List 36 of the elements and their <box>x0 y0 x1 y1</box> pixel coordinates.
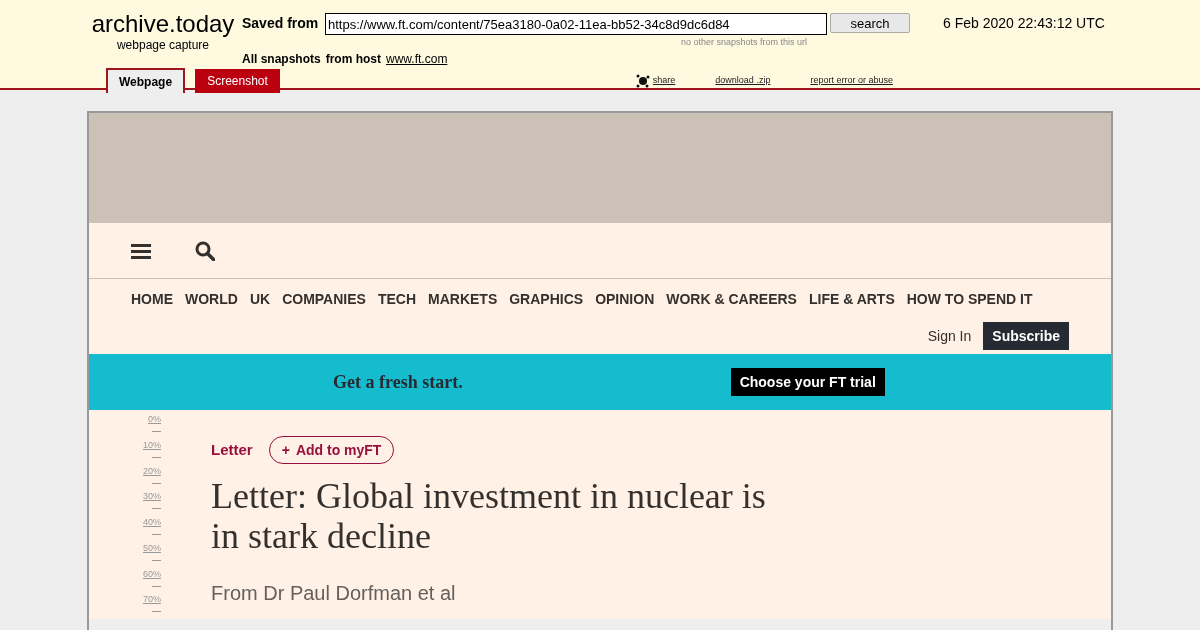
share-icon <box>635 74 650 88</box>
nav-link[interactable]: TECH <box>377 289 416 310</box>
view-tab[interactable]: Screenshot <box>195 69 280 93</box>
nav-link[interactable]: WORK & CAREERS <box>666 289 797 310</box>
nav-link[interactable]: GRAPHICS <box>509 289 584 310</box>
article-byline: From Dr Paul Dorfman et al <box>211 581 457 606</box>
site-logo[interactable]: archive.today <box>91 10 235 38</box>
saved-from-label: Saved from <box>242 14 320 33</box>
promo-text: Get a fresh start. <box>333 370 463 394</box>
from-host-label: from host <box>325 51 382 68</box>
nav-link[interactable]: HOW TO SPEND IT <box>906 289 1033 310</box>
nav-link[interactable]: COMPANIES <box>282 289 366 310</box>
url-field[interactable]: https://www.ft.com/content/75ea3180-0a02-11ea-bb52-34c8d9dc6d84 <box>325 13 827 35</box>
share-link[interactable]: share <box>652 74 676 88</box>
view-tab[interactable]: Webpage <box>106 68 186 93</box>
nav-link[interactable]: OPINION <box>595 289 655 310</box>
tagline: webpage capture <box>116 38 210 52</box>
snapshots-note: no other snapshots from this url <box>681 37 808 48</box>
search-button[interactable]: search <box>830 13 910 33</box>
nav-link[interactable]: WORLD <box>185 289 238 310</box>
action-link[interactable]: download .zip <box>715 74 771 88</box>
menu-icon[interactable] <box>131 242 151 259</box>
trial-button[interactable]: Choose your FT trial <box>730 368 885 396</box>
sign-in-link[interactable]: Sign In <box>927 325 972 347</box>
action-link[interactable]: report error or abuse <box>810 74 893 88</box>
all-snapshots-label: All snapshots <box>242 51 321 68</box>
nav-link[interactable]: UK <box>249 289 271 310</box>
search-icon[interactable] <box>195 240 215 261</box>
category-link[interactable]: Letter <box>211 438 253 462</box>
article-headline: Letter: Global investment in nuclear is in stark decline <box>211 476 767 556</box>
host-link[interactable]: www.ft.com <box>386 50 448 68</box>
capture-date: 6 Feb 2020 22:43:12 UTC <box>943 14 1105 33</box>
nav-link[interactable]: MARKETS <box>428 289 498 310</box>
nav-link[interactable]: HOME <box>131 289 173 310</box>
nav-link[interactable]: LIFE & ARTS <box>808 289 895 310</box>
subscribe-button[interactable]: Subscribe <box>983 322 1069 350</box>
